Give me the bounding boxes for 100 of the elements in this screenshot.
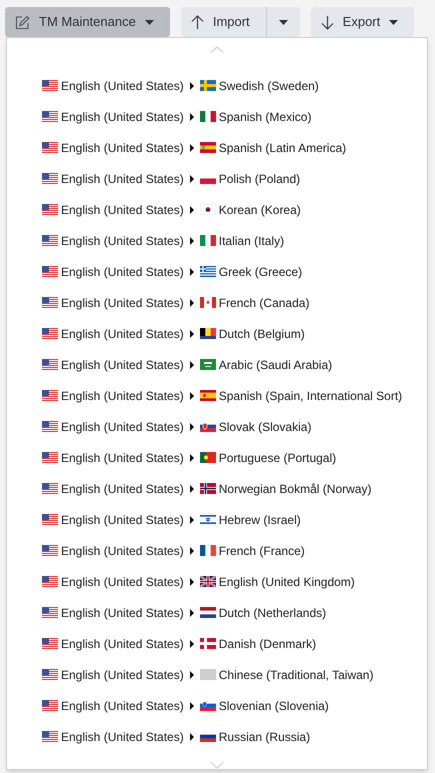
target-language: Dutch (Netherlands) <box>218 604 326 622</box>
source-language: English (United States) <box>61 326 184 342</box>
caret-right-icon <box>190 608 194 616</box>
flag-icon <box>200 669 216 680</box>
language-pair-item[interactable]: English (United States) Swedish (Sweden) <box>7 70 427 101</box>
language-pair-item[interactable]: English (United States) Italian (Italy) <box>7 225 427 256</box>
source-language: English (United States) <box>61 698 184 714</box>
flag-icon <box>42 514 58 525</box>
source-language: English (United States) <box>61 170 184 188</box>
caret-right-icon <box>190 144 194 152</box>
language-pair-item[interactable]: English (United States) Dutch (Netherlands) <box>7 597 427 628</box>
flag-icon <box>200 421 216 432</box>
flag-icon <box>42 452 58 463</box>
source-language: English (United States) <box>61 108 184 126</box>
flag-icon <box>42 545 58 556</box>
language-pair-item[interactable]: English (United States) Spanish (Latin America) <box>7 132 427 163</box>
flag-icon <box>42 390 58 401</box>
edit-icon <box>15 14 30 30</box>
scroll-up-icon[interactable] <box>209 46 225 53</box>
flag-icon <box>200 452 216 463</box>
language-pair-item[interactable]: English (United States) Slovak (Slovakia) <box>7 411 427 442</box>
language-pair-item[interactable]: English (United States) Danish (Denmark) <box>7 628 427 659</box>
caret-right-icon <box>190 82 194 90</box>
source-language: English (United States) <box>61 728 184 746</box>
caret-right-icon <box>190 702 194 710</box>
flag-icon <box>42 359 58 370</box>
language-pair-item[interactable]: English (United States) Slovenian (Slovenia) <box>7 690 427 721</box>
source-language: English (United States) <box>61 78 184 94</box>
source-language: English (United States) <box>61 542 184 560</box>
caret-right-icon <box>190 422 194 430</box>
language-pair-item[interactable]: English (United States) Norwegian Bokmål (Norway) <box>7 473 427 504</box>
language-pair-item[interactable]: English (United States) Hebrew (Israel) <box>7 504 427 535</box>
language-pair-item[interactable]: English (United States) Portuguese (Portugal) <box>7 442 427 473</box>
caret-right-icon <box>190 546 194 554</box>
caret-right-icon <box>190 454 194 462</box>
language-pair-item[interactable]: English (United States) Russian (Russia) <box>7 721 427 752</box>
flag-icon <box>42 328 58 339</box>
export-menu-button[interactable]: Export <box>310 7 414 37</box>
target-language: French (France) <box>218 542 305 560</box>
caret-right-icon <box>190 484 194 492</box>
flag-icon <box>42 235 58 246</box>
target-language: Polish (Poland) <box>218 170 300 188</box>
flag-icon <box>200 483 216 494</box>
flag-icon <box>42 111 58 122</box>
target-language: Arabic (Saudi Arabia) <box>218 356 332 374</box>
caret-right-icon <box>190 392 194 400</box>
source-language: English (United States) <box>61 666 184 684</box>
flag-icon <box>200 204 216 215</box>
caret-right-icon <box>190 640 194 648</box>
caret-right-icon <box>190 268 194 276</box>
flag-icon <box>42 700 58 711</box>
language-pair-item[interactable]: English (United States) English (United Kingdom) <box>7 566 427 597</box>
flag-icon <box>42 638 58 649</box>
source-language: English (United States) <box>61 356 184 374</box>
language-pair-item[interactable]: English (United States) Polish (Poland) <box>7 163 427 194</box>
source-language: English (United States) <box>61 294 184 312</box>
source-language: English (United States) <box>61 418 184 436</box>
scroll-down-icon[interactable] <box>209 762 225 769</box>
target-language: Spanish (Mexico) <box>218 108 312 126</box>
caret-icon <box>278 20 288 24</box>
target-language: French (Canada) <box>218 294 310 312</box>
maintenance-menu-button[interactable]: TM Maintenance <box>5 7 170 37</box>
target-language: Korean (Korea) <box>218 202 301 218</box>
flag-icon <box>200 142 216 153</box>
caret-right-icon <box>190 206 194 214</box>
language-pair-item[interactable]: English (United States) Dutch (Belgium) <box>7 318 427 349</box>
target-language: Italian (Italy) <box>218 232 284 250</box>
source-language: English (United States) <box>61 480 184 498</box>
flag-icon <box>200 80 216 91</box>
language-pair-item[interactable]: English (United States) Spanish (Mexico) <box>7 101 427 132</box>
target-language: Chinese (Traditional, Taiwan) <box>218 666 374 684</box>
flag-icon <box>42 576 58 587</box>
source-language: English (United States) <box>61 264 184 280</box>
target-language: Spanish (Latin America) <box>218 140 346 156</box>
language-pair-item[interactable]: English (United States) Greek (Greece) <box>7 256 427 287</box>
source-language: English (United States) <box>61 388 184 404</box>
source-language: English (United States) <box>61 450 184 466</box>
flag-icon <box>200 607 216 618</box>
target-language: Swedish (Sweden) <box>218 78 319 94</box>
language-pair-item[interactable]: English (United States) French (France) <box>7 535 427 566</box>
flag-icon <box>42 483 58 494</box>
flag-icon <box>42 142 58 153</box>
caret-right-icon <box>190 174 194 182</box>
language-pair-item[interactable]: English (United States) Korean (Korea) <box>7 194 427 225</box>
caret-right-icon <box>190 670 194 678</box>
language-pair-item[interactable]: English (United States) Arabic (Saudi Arabia) <box>7 349 427 380</box>
caret-icon <box>389 20 398 24</box>
target-language: Slovak (Slovakia) <box>218 418 312 436</box>
flag-icon <box>200 328 216 339</box>
language-pair-item[interactable]: English (United States) French (Canada) <box>7 287 427 318</box>
flag-icon <box>200 111 216 122</box>
flag-icon <box>42 266 58 277</box>
target-language: Slovenian (Slovenia) <box>218 698 329 714</box>
source-language: English (United States) <box>61 574 184 590</box>
source-language: English (United States) <box>61 604 184 622</box>
language-pair-item[interactable]: English (United States) Chinese (Traditional, Taiwan) <box>7 659 427 690</box>
flag-icon <box>42 173 58 184</box>
language-pair-item[interactable]: English (United States) Spanish (Spain, International Sort) <box>7 380 427 411</box>
flag-icon <box>42 204 58 215</box>
flag-icon <box>42 421 58 432</box>
